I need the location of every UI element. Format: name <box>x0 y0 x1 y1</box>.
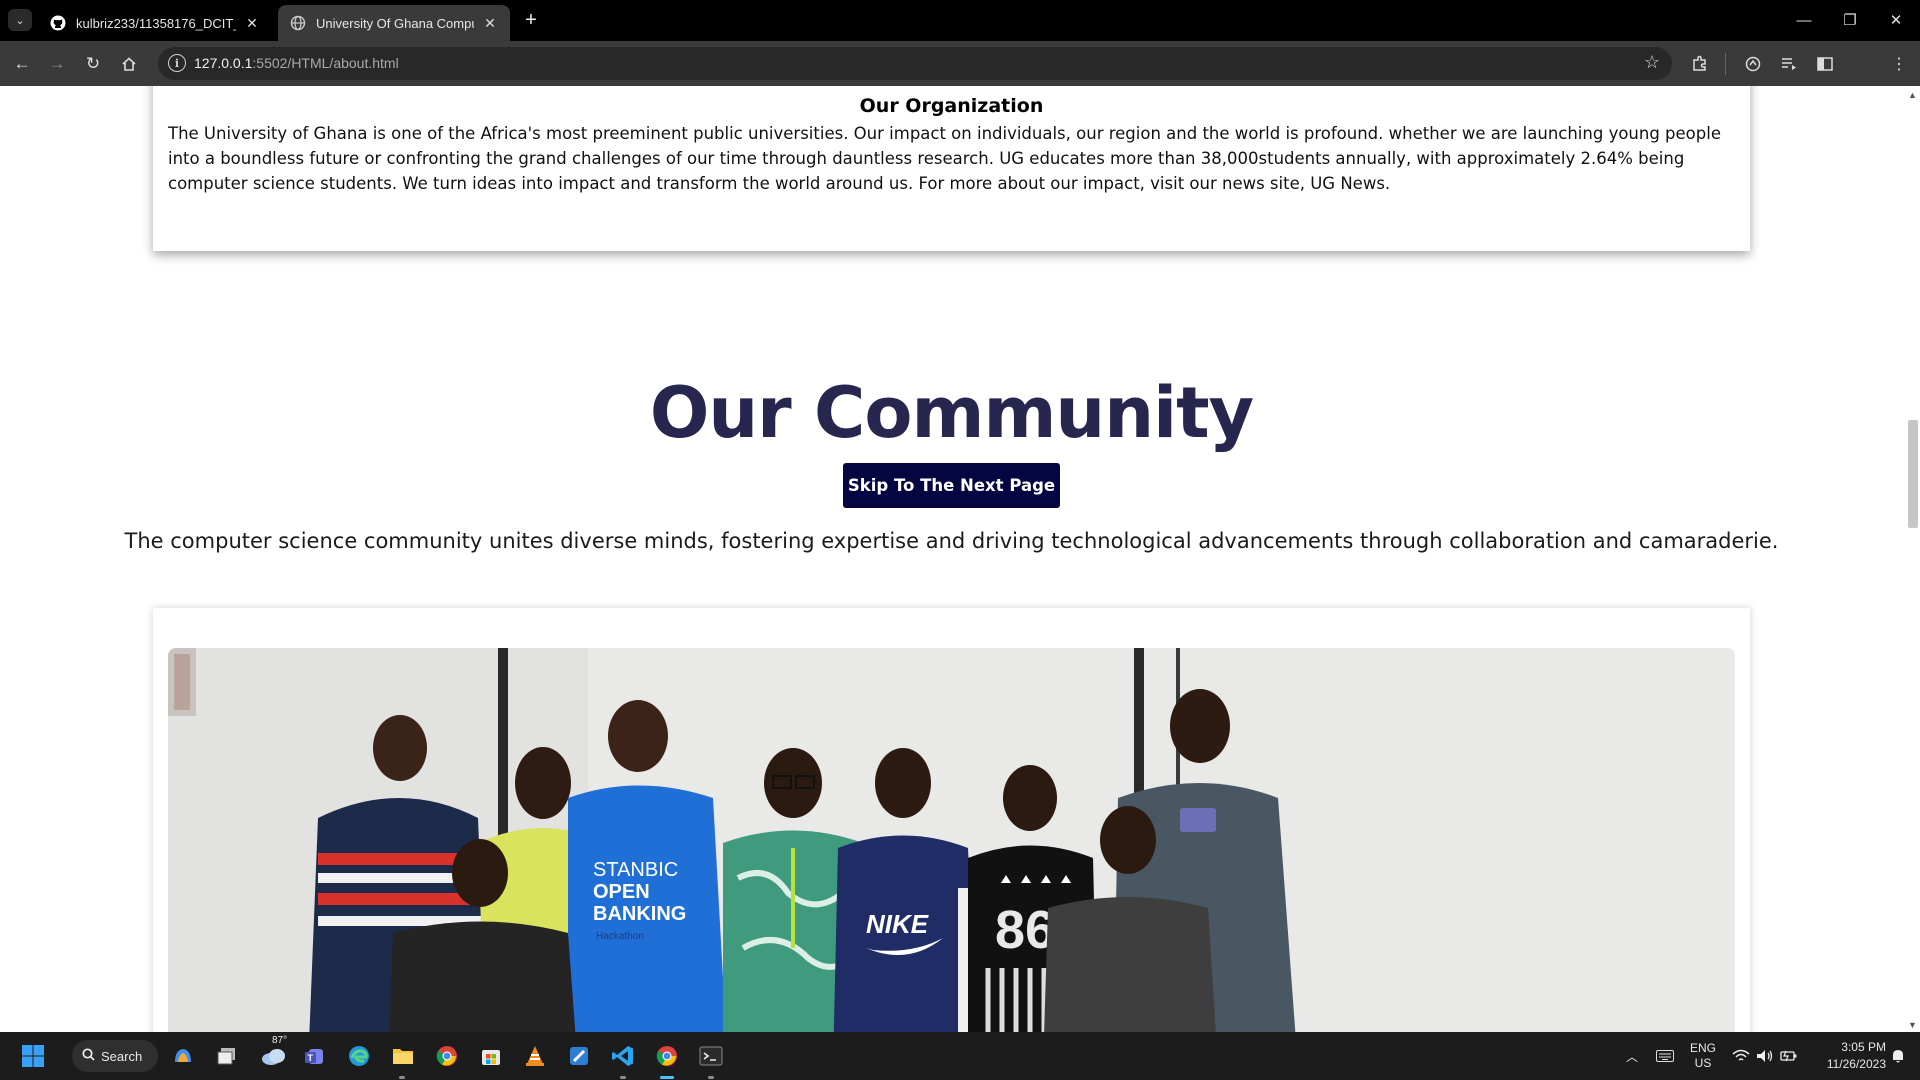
group-photo-illustration: STANBIC OPEN BANKING Hackathon NIKE 86 <box>168 648 1735 1032</box>
new-tab-plus-icon[interactable]: + <box>519 8 543 32</box>
notification-bell-icon[interactable] <box>1886 1032 1910 1080</box>
keyboard-icon[interactable] <box>1652 1032 1678 1080</box>
back-arrow-icon[interactable]: ← <box>9 51 35 77</box>
window-close-icon[interactable]: ✕ <box>1880 8 1912 32</box>
media-queue-icon[interactable] <box>1776 51 1802 77</box>
page-viewport: Our Organization The University of Ghana… <box>0 86 1920 1032</box>
search-icon <box>82 1048 95 1064</box>
running-indicator <box>399 1076 405 1079</box>
shirt-text-1: STANBIC <box>593 859 678 881</box>
chrome-active-icon[interactable] <box>652 1041 682 1071</box>
language-code: ENG <box>1689 1041 1716 1055</box>
language-indicator[interactable]: ENG US <box>1686 1032 1720 1080</box>
browser-toolbar: ← → ↻ i 127.0.0.1:5502/HTML/about.html ☆… <box>0 41 1920 86</box>
page-scrollbar[interactable]: ▲ ▼ <box>1904 86 1920 1032</box>
weather-temp: 87° <box>272 1035 288 1046</box>
tab-title: kulbriz233/11358176_DCIT_205 <box>76 15 236 31</box>
search-label: Search <box>101 1048 143 1064</box>
forward-arrow-icon[interactable]: → <box>44 51 70 77</box>
active-app-indicator <box>660 1076 674 1079</box>
community-description: The computer science community unites di… <box>124 529 1779 553</box>
community-group-photo: STANBIC OPEN BANKING Hackathon NIKE 86 <box>168 648 1735 1032</box>
tab-strip: ⌄ kulbriz233/11358176_DCIT_205 ✕ Univers… <box>0 0 1920 41</box>
svg-text:T: T <box>308 1053 314 1063</box>
wifi-icon[interactable] <box>1728 1032 1754 1080</box>
reload-icon[interactable]: ↻ <box>80 51 106 77</box>
minimize-icon[interactable]: — <box>1788 8 1820 32</box>
teams-icon[interactable]: T <box>300 1041 330 1071</box>
clock-date: 11/26/2023 <box>1826 1057 1886 1071</box>
file-explorer-icon[interactable] <box>388 1041 418 1071</box>
url-text: 127.0.0.1:5502/HTML/about.html <box>194 55 399 71</box>
side-panel-icon[interactable] <box>1812 51 1838 77</box>
globe-icon <box>290 15 306 31</box>
home-icon[interactable] <box>116 51 142 77</box>
shirt-text-3: BANKING <box>593 903 686 925</box>
battery-icon[interactable] <box>1776 1032 1802 1080</box>
toolbar-divider <box>1725 53 1726 75</box>
tab-github[interactable]: kulbriz233/11358176_DCIT_205 ✕ <box>38 5 272 41</box>
scroll-up-arrow-icon[interactable]: ▲ <box>1908 90 1917 100</box>
vscode-icon[interactable] <box>608 1041 638 1071</box>
microsoft-store-icon[interactable] <box>476 1041 506 1071</box>
running-indicator <box>708 1076 714 1079</box>
tab-university-of-ghana[interactable]: University Of Ghana Computer ✕ <box>278 5 510 41</box>
github-icon <box>50 15 66 31</box>
restore-icon[interactable]: ❐ <box>1834 8 1866 32</box>
chrome-icon[interactable] <box>432 1041 462 1071</box>
weather-cloud-icon[interactable]: 87° <box>256 1035 292 1071</box>
windows-taskbar: Search 87° T ︿ ENG US 3:05 PM 11/26/2023 <box>0 1032 1920 1080</box>
scrollbar-thumb[interactable] <box>1908 420 1918 528</box>
clock[interactable]: 3:05 PM 11/26/2023 <box>1806 1032 1886 1080</box>
task-view-icon[interactable] <box>212 1041 242 1071</box>
shirt-text-5: NIKE <box>866 909 929 939</box>
tab-title: University Of Ghana Computer <box>316 15 474 31</box>
community-title: Our Community <box>649 372 1254 454</box>
community-photo-card: STANBIC OPEN BANKING Hackathon NIKE 86 <box>153 608 1750 1032</box>
edge-icon[interactable] <box>344 1041 374 1071</box>
vlc-icon[interactable] <box>520 1041 550 1071</box>
extensions-icon[interactable] <box>1687 51 1713 77</box>
scroll-down-arrow-icon[interactable]: ▼ <box>1908 1020 1917 1030</box>
extension-gear-icon[interactable] <box>1740 51 1766 77</box>
organization-card: Our Organization The University of Ghana… <box>153 86 1750 251</box>
shirt-text-6: 86 <box>995 900 1055 960</box>
paint-icon[interactable] <box>564 1041 594 1071</box>
shirt-text-4: Hackathon <box>596 931 644 942</box>
close-icon[interactable]: ✕ <box>482 15 498 32</box>
address-bar[interactable]: i 127.0.0.1:5502/HTML/about.html ☆ <box>158 47 1672 80</box>
close-icon[interactable]: ✕ <box>244 15 260 32</box>
chevron-down-icon: ⌄ <box>15 14 25 27</box>
site-info-icon[interactable]: i <box>168 54 186 72</box>
terminal-icon[interactable] <box>696 1041 726 1071</box>
more-menu-icon[interactable]: ⋮ <box>1886 51 1912 77</box>
profile-avatar-icon[interactable] <box>1849 51 1873 75</box>
organization-text: The University of Ghana is one of the Af… <box>168 124 1721 193</box>
volume-icon[interactable] <box>1752 1032 1778 1080</box>
clock-time: 3:05 PM <box>1841 1040 1886 1054</box>
taskbar-search-button[interactable]: Search <box>72 1040 158 1072</box>
region-code: US <box>1694 1056 1712 1070</box>
tab-search-button[interactable]: ⌄ <box>8 9 32 31</box>
windows-start-icon[interactable] <box>18 1041 48 1071</box>
shirt-text-2: OPEN <box>593 881 650 903</box>
show-hidden-icons-chevron-icon[interactable]: ︿ <box>1622 1032 1642 1080</box>
organization-title: Our Organization <box>859 95 1044 117</box>
copilot-icon[interactable] <box>168 1041 198 1071</box>
running-indicator <box>620 1076 626 1079</box>
skip-next-page-button[interactable]: Skip To The Next Page <box>843 463 1060 508</box>
bookmark-star-icon[interactable]: ☆ <box>1644 52 1660 73</box>
